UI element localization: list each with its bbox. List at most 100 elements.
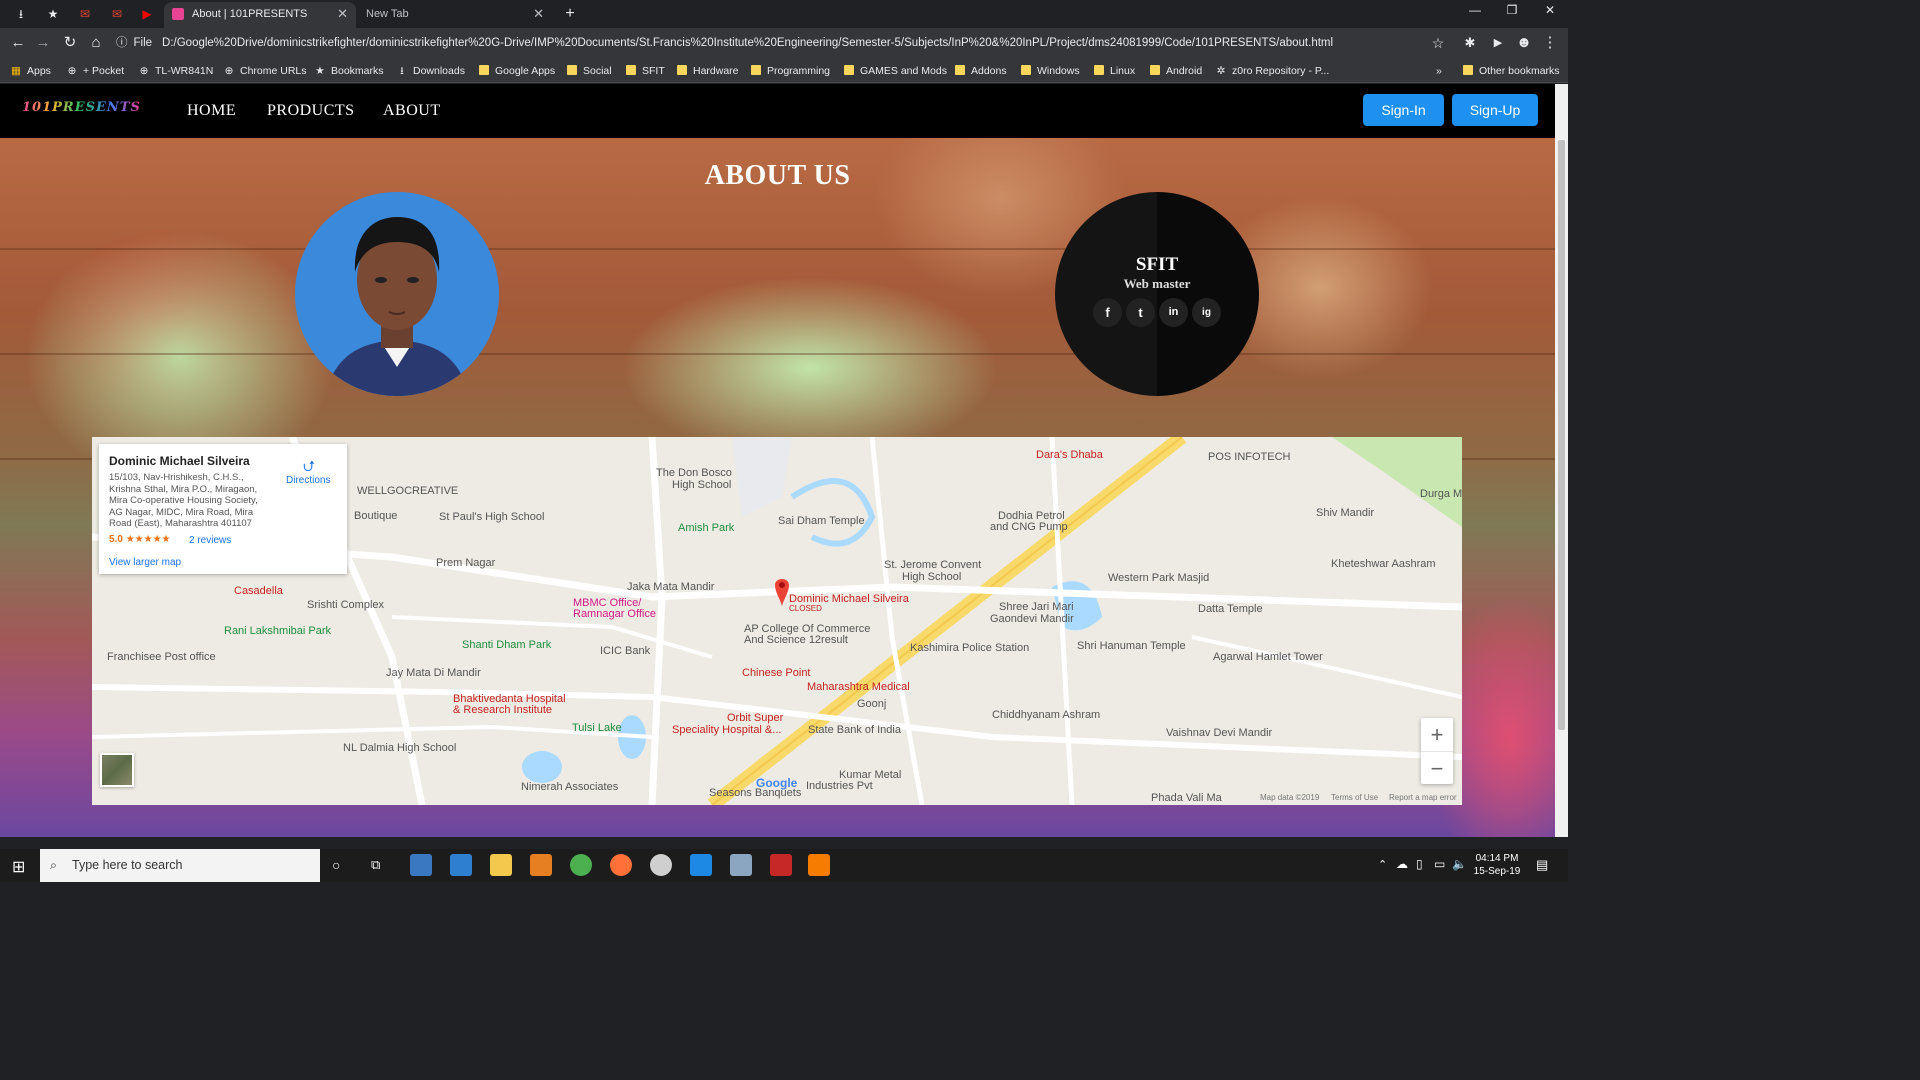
- nav-home[interactable]: HOME: [187, 102, 236, 120]
- map-label[interactable]: Gaondevi Mandir: [990, 613, 1074, 625]
- map-label[interactable]: & Research Institute: [453, 704, 552, 716]
- signin-button[interactable]: Sign-In: [1363, 94, 1444, 126]
- close-icon[interactable]: ✕: [337, 2, 348, 26]
- windows-start-icon[interactable]: ⊞: [12, 857, 25, 877]
- terms-link[interactable]: Terms of Use: [1331, 793, 1378, 802]
- network-icon[interactable]: ▭: [1434, 857, 1445, 871]
- map-label[interactable]: Jaka Mata Mandir: [627, 581, 714, 593]
- map-label[interactable]: Srishti Complex: [307, 599, 384, 611]
- app-icon[interactable]: [650, 854, 672, 876]
- map-label[interactable]: Franchisee Post office: [107, 651, 216, 663]
- forward-icon[interactable]: →: [33, 33, 53, 53]
- youtube-icon[interactable]: ▶: [139, 6, 155, 22]
- map-label[interactable]: Chiddhyanam Ashram: [992, 709, 1100, 721]
- map-label[interactable]: Goonj: [857, 698, 886, 710]
- profile-icon[interactable]: ☻: [1514, 33, 1534, 53]
- facebook-icon[interactable]: f: [1093, 298, 1122, 327]
- map-label[interactable]: Durga M: [1420, 488, 1462, 500]
- home-icon[interactable]: ⌂: [86, 33, 106, 53]
- map-label[interactable]: The Don Bosco: [656, 467, 732, 479]
- map-label[interactable]: Chinese Point: [742, 667, 811, 679]
- reload-icon[interactable]: ↻: [60, 33, 80, 53]
- map-label[interactable]: High School: [672, 479, 731, 491]
- bookmark-folder-hardware[interactable]: Hardware: [677, 63, 739, 79]
- bookmark-tl-wr841n[interactable]: ⊕ TL-WR841N: [138, 63, 214, 79]
- info-icon[interactable]: ⓘ: [116, 37, 128, 49]
- volume-icon[interactable]: 🔈: [1452, 857, 1467, 871]
- map-label[interactable]: WELLGOCREATIVE: [357, 485, 458, 497]
- bookmark-folder-windows[interactable]: Windows: [1021, 63, 1080, 79]
- map-label[interactable]: Jay Mata Di Mandir: [386, 667, 481, 679]
- map-label[interactable]: Datta Temple: [1198, 603, 1263, 615]
- address-bar[interactable]: ⓘ File D:/Google%20Drive/dominicstrikefigh…: [116, 32, 1456, 54]
- map-label[interactable]: Shiv Mandir: [1316, 507, 1374, 519]
- app-icon[interactable]: [690, 854, 712, 876]
- bookmark-chrome-urls[interactable]: ⊕ Chrome URLs: [223, 63, 307, 79]
- map-label[interactable]: High School: [902, 571, 961, 583]
- reviews-link[interactable]: 2 reviews: [189, 535, 231, 546]
- app-icon[interactable]: [770, 854, 792, 876]
- zoom-out-button[interactable]: −: [1421, 751, 1453, 784]
- app-icon[interactable]: [450, 854, 472, 876]
- twitter-icon[interactable]: t: [1126, 298, 1155, 327]
- bookmark-folder-linux[interactable]: Linux: [1094, 63, 1135, 79]
- new-tab-icon[interactable]: +: [562, 6, 578, 22]
- gmail-icon[interactable]: ✉: [77, 6, 93, 22]
- battery-icon[interactable]: ▯: [1416, 857, 1423, 871]
- bookmark-folder-games[interactable]: GAMES and Mods: [844, 63, 947, 79]
- map-label[interactable]: St. Jerome Convent: [884, 559, 981, 571]
- task-view-icon[interactable]: ⧉: [371, 857, 380, 873]
- map-label[interactable]: Kheteshwar Aashram: [1331, 558, 1436, 570]
- map-label[interactable]: Dara's Dhaba: [1036, 449, 1103, 461]
- zoom-in-button[interactable]: +: [1421, 718, 1453, 751]
- bookmark-downloads[interactable]: ⭳ Downloads: [396, 63, 465, 79]
- bookmark-star-icon[interactable]: ☆: [1428, 33, 1448, 53]
- close-icon[interactable]: ✕: [533, 2, 544, 26]
- directions-link[interactable]: Directions: [286, 475, 330, 486]
- instagram-icon[interactable]: ig: [1192, 298, 1221, 327]
- file-explorer-icon[interactable]: [490, 854, 512, 876]
- chevron-right-icon[interactable]: »: [1436, 63, 1442, 79]
- directions-icon[interactable]: ⮍: [299, 456, 319, 475]
- map-label[interactable]: POS INFOTECH: [1208, 451, 1291, 463]
- tab-new[interactable]: New Tab ✕: [356, 2, 552, 28]
- map-label[interactable]: Industries Pvt: [806, 780, 873, 792]
- map-label[interactable]: Shri Hanuman Temple: [1077, 640, 1186, 652]
- cortana-icon[interactable]: ○: [332, 857, 340, 873]
- bookmark-z0ro[interactable]: ✲ z0ro Repository - P...: [1215, 63, 1330, 79]
- signup-button[interactable]: Sign-Up: [1452, 94, 1538, 126]
- bookmark-folder-sfit[interactable]: SFIT: [626, 63, 665, 79]
- view-larger-map-link[interactable]: View larger map: [109, 557, 181, 568]
- map-label[interactable]: Shanti Dham Park: [462, 639, 551, 651]
- map-label[interactable]: Nimerah Associates: [521, 781, 618, 793]
- bookmark-folder-programming[interactable]: Programming: [751, 63, 830, 79]
- back-icon[interactable]: ←: [8, 33, 28, 53]
- taskbar-clock[interactable]: 04:14 PM 15-Sep-19: [1466, 852, 1528, 878]
- map-label[interactable]: Tulsi Lake: [572, 722, 622, 734]
- gmail-icon[interactable]: ✉: [109, 6, 125, 22]
- bookmark-folder-android[interactable]: Android: [1150, 63, 1202, 79]
- map-label[interactable]: Sai Dham Temple: [778, 515, 865, 527]
- cloud-icon[interactable]: ☁: [1396, 857, 1408, 871]
- restore-icon[interactable]: ❐: [1492, 3, 1532, 17]
- map-label[interactable]: St Paul's High School: [439, 511, 544, 523]
- bookmark-folder-social[interactable]: Social: [567, 63, 612, 79]
- nav-products[interactable]: PRODUCTS: [267, 102, 355, 120]
- extensions-icon[interactable]: ✱: [1460, 33, 1480, 53]
- bookmark-folder-google-apps[interactable]: Google Apps: [479, 63, 555, 79]
- bookmark-apps[interactable]: ▦ Apps: [10, 63, 51, 79]
- vlc-icon[interactable]: [530, 854, 552, 876]
- app-icon[interactable]: [730, 854, 752, 876]
- map-label[interactable]: Kashimira Police Station: [910, 642, 1029, 654]
- bookmark-other[interactable]: Other bookmarks: [1463, 63, 1560, 79]
- site-logo[interactable]: 101PRESENTS: [22, 100, 141, 115]
- menu-icon[interactable]: ⋮: [1540, 33, 1560, 53]
- bookmark-pocket[interactable]: ⊕ + Pocket: [66, 63, 125, 79]
- app-icon[interactable]: [410, 854, 432, 876]
- taskbar-search-input[interactable]: ⌕ Type here to search: [40, 849, 320, 882]
- page-scrollbar[interactable]: [1555, 84, 1568, 837]
- report-error-link[interactable]: Report a map error: [1389, 793, 1457, 802]
- map-label[interactable]: Phada Vali Ma: [1151, 792, 1222, 804]
- map-label[interactable]: and CNG Pump: [990, 521, 1068, 533]
- google-map-embed[interactable]: Dominic Michael Silveira 15/103, Nav-Hri…: [92, 437, 1462, 805]
